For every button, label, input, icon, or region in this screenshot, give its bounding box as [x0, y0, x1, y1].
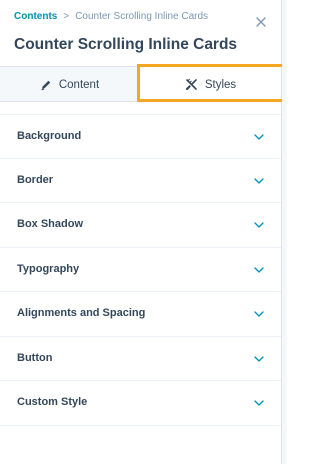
- section-label: Alignments and Spacing: [17, 307, 146, 319]
- section-border[interactable]: Border: [0, 159, 281, 203]
- breadcrumb-current: Counter Scrolling Inline Cards: [75, 11, 209, 22]
- close-icon: [256, 17, 266, 27]
- section-box-shadow[interactable]: Box Shadow: [0, 203, 281, 248]
- scrollbar-track[interactable]: [282, 0, 287, 464]
- page-title: Counter Scrolling Inline Cards: [14, 36, 238, 53]
- section-typography[interactable]: Typography: [0, 248, 281, 292]
- tab-styles[interactable]: Styles: [139, 67, 281, 102]
- styles-panel: Contents > Counter Scrolling Inline Card…: [0, 0, 285, 464]
- section-alignments-spacing[interactable]: Alignments and Spacing: [0, 292, 281, 337]
- section-button[interactable]: Button: [0, 337, 281, 381]
- panel-header: Contents > Counter Scrolling Inline Card…: [0, 0, 281, 66]
- section-label: Button: [17, 351, 53, 364]
- chevron-down-icon: [254, 266, 264, 273]
- pencil-icon: [41, 80, 51, 90]
- breadcrumb: Contents > Counter Scrolling Inline Card…: [14, 11, 208, 22]
- tab-content[interactable]: Content: [0, 67, 139, 102]
- section-label: Typography: [17, 262, 80, 275]
- section-background[interactable]: Background: [0, 114, 281, 159]
- tab-styles-label: Styles: [204, 78, 237, 91]
- chevron-down-icon: [254, 222, 264, 228]
- tab-bar: Content Styles: [0, 66, 281, 102]
- chevron-down-icon: [254, 134, 264, 140]
- chevron-down-icon: [254, 311, 264, 317]
- breadcrumb-separator: >: [63, 11, 70, 22]
- chevron-down-icon: [254, 355, 264, 362]
- style-sections-list: Background Border Box Shadow Typography …: [0, 114, 281, 426]
- section-label: Box Shadow: [17, 218, 84, 230]
- section-label: Background: [17, 130, 82, 142]
- chevron-down-icon: [254, 177, 264, 184]
- section-custom-style[interactable]: Custom Style: [0, 381, 281, 426]
- breadcrumb-contents-link[interactable]: Contents: [14, 11, 57, 22]
- section-label: Custom Style: [17, 396, 88, 408]
- close-button[interactable]: [253, 14, 269, 30]
- chevron-down-icon: [254, 400, 264, 406]
- brush-ruler-icon: [185, 78, 197, 91]
- section-label: Border: [17, 173, 54, 186]
- tab-content-label: Content: [58, 78, 100, 91]
